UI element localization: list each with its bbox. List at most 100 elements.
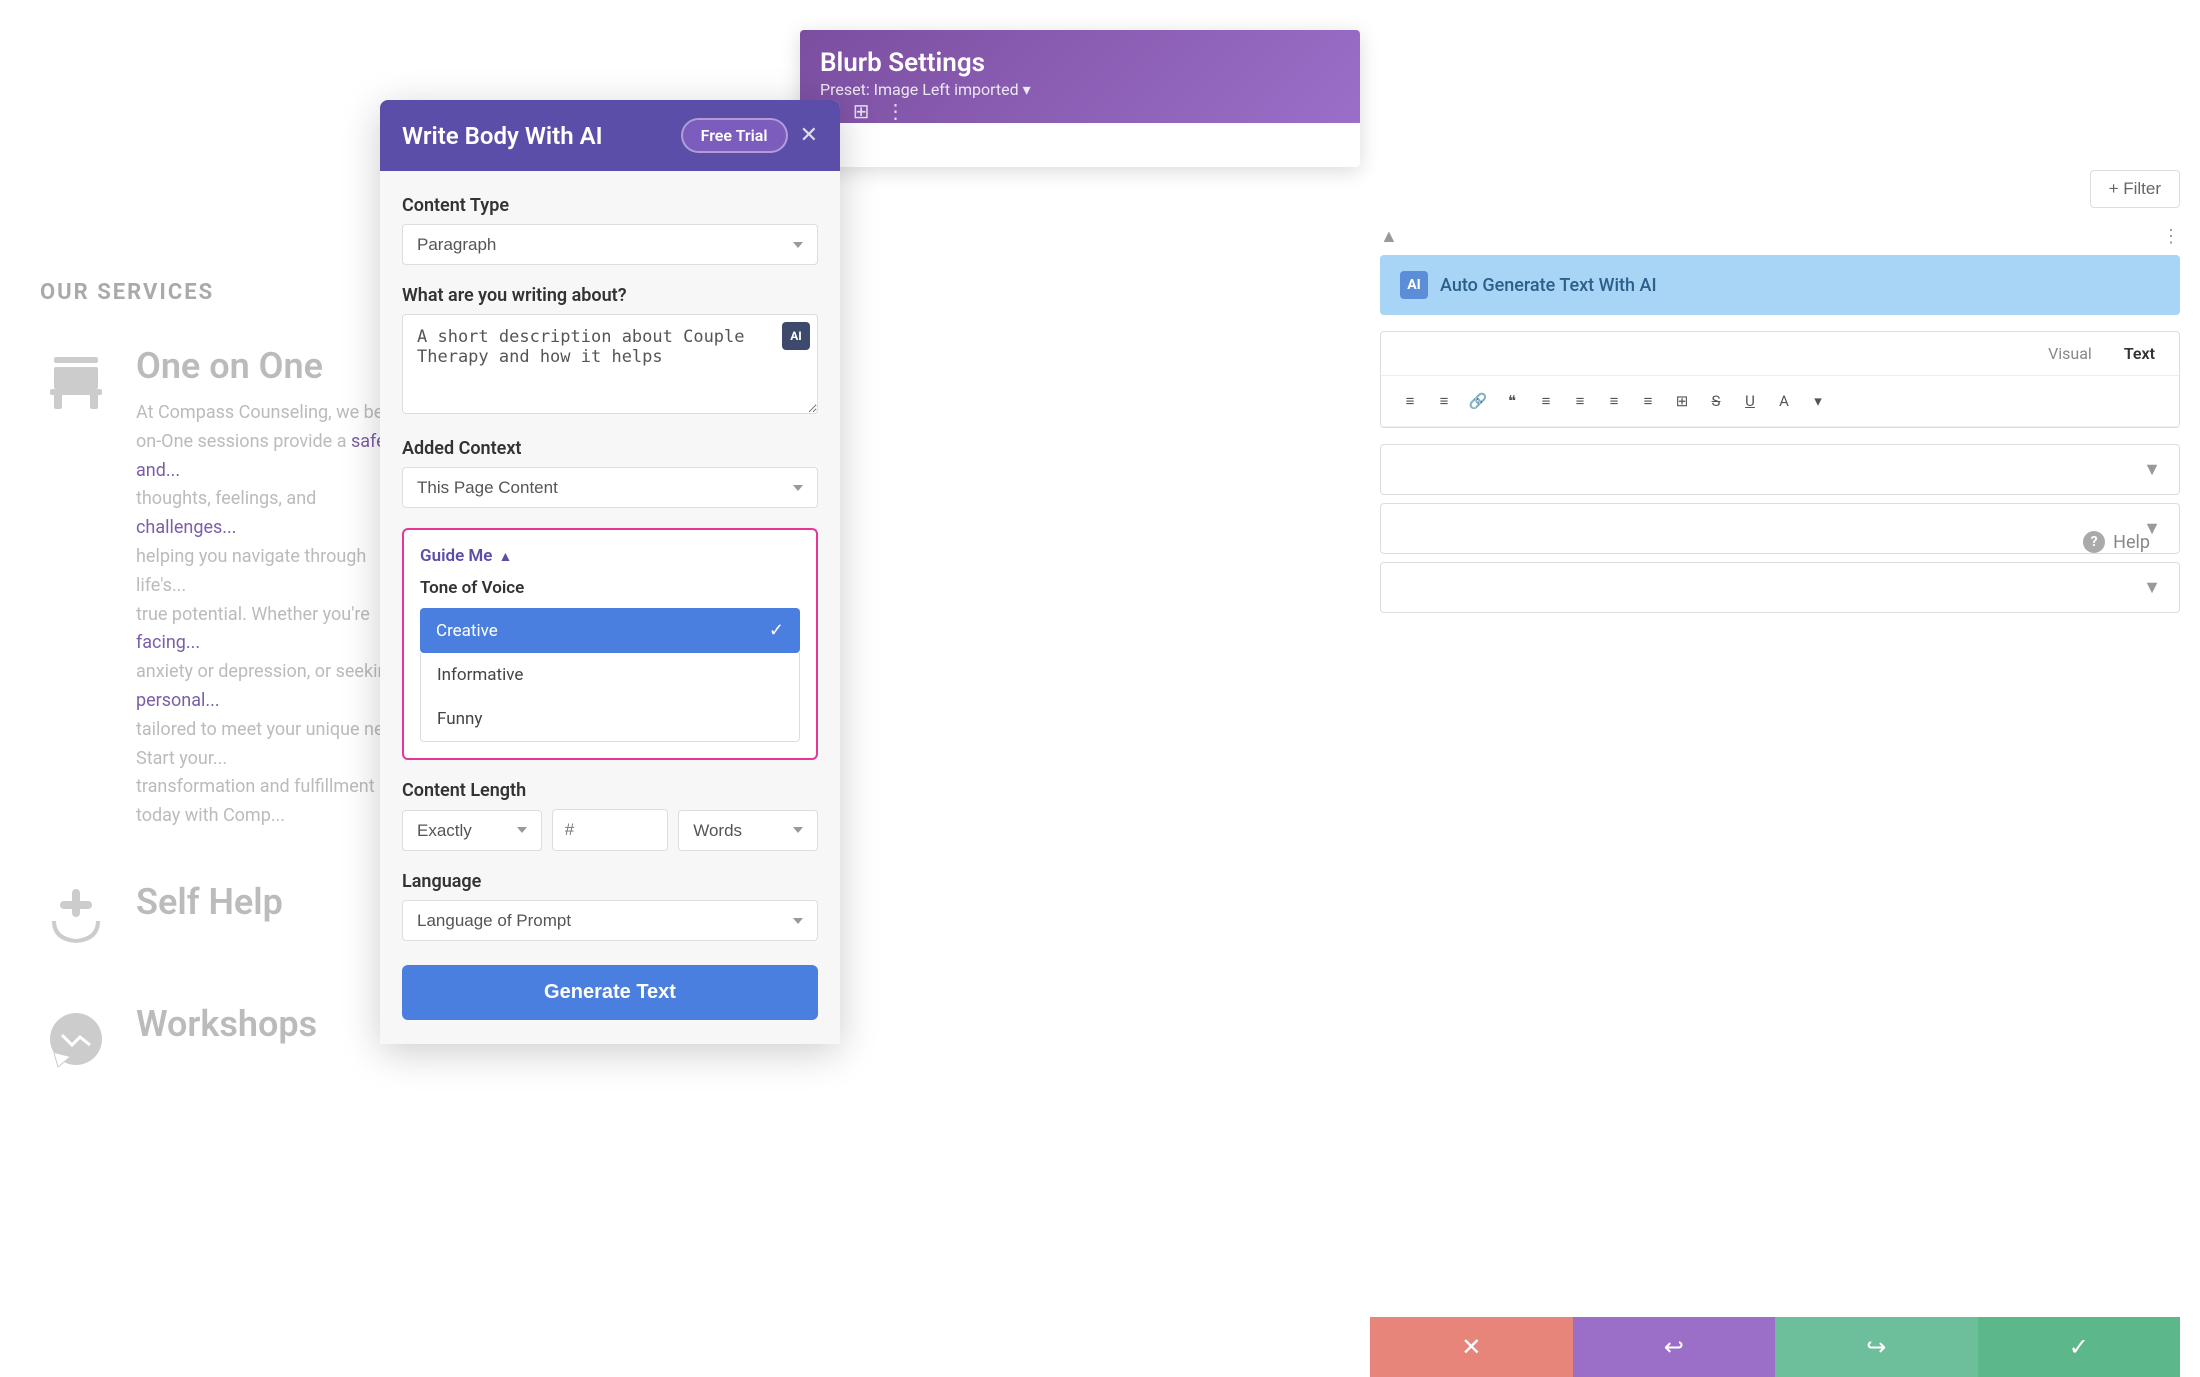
spacer: [1380, 428, 2180, 444]
tone-check-icon: ✓: [769, 620, 784, 641]
free-trial-badge[interactable]: Free Trial: [681, 118, 788, 153]
one-on-one-title: One on One: [136, 345, 420, 387]
toolbar-align-justify-btn[interactable]: ≡: [1633, 386, 1663, 416]
one-on-one-icon: [40, 345, 112, 417]
confirm-button[interactable]: ✓: [1978, 1317, 2181, 1377]
tone-selected-item[interactable]: Creative ✓: [420, 608, 800, 653]
length-type-select[interactable]: Exactly About At Least At Most: [402, 810, 542, 851]
workshops-content: Workshops: [136, 1003, 317, 1057]
tab-design[interactable]: Design: [907, 123, 1006, 167]
editor-toolbar: ≡ ≡ 🔗 ❝ ≡ ≡ ≡ ≡ ⊞ S U A ▾: [1381, 376, 2179, 427]
length-number-input[interactable]: [552, 809, 668, 851]
blurb-icon-more[interactable]: ⋮: [886, 99, 906, 123]
text-view-btn[interactable]: Text: [2116, 340, 2163, 367]
toolbar-align-right-btn[interactable]: ≡: [1599, 386, 1629, 416]
visual-view-btn[interactable]: Visual: [2040, 340, 2100, 367]
content-length-group: Content Length Exactly About At Least At…: [402, 780, 818, 851]
blurb-title: Blurb Settings: [820, 48, 1340, 78]
toolbar-table-btn[interactable]: ⊞: [1667, 386, 1697, 416]
blurb-preset[interactable]: Preset: Image Left imported ▾: [820, 80, 1340, 99]
added-context-select[interactable]: This Page Content None: [402, 467, 818, 508]
toolbar-link-btn[interactable]: 🔗: [1463, 386, 1493, 416]
collapse-icon[interactable]: ▲: [1380, 226, 1398, 247]
help-button[interactable]: ? Help: [2083, 531, 2150, 553]
modal-header-right: Free Trial ✕: [681, 118, 818, 153]
redo-icon: ↪: [1866, 1333, 1886, 1361]
redo-button[interactable]: ↪: [1775, 1317, 1978, 1377]
tone-selected-label: Creative: [436, 621, 498, 641]
blurb-icon-grid[interactable]: ⊞: [853, 99, 870, 123]
toolbar-strike-btn[interactable]: S: [1701, 386, 1731, 416]
accordion-1-header[interactable]: ▼: [1381, 445, 2179, 494]
cancel-button[interactable]: ✕: [1370, 1317, 1573, 1377]
writing-about-group: What are you writing about? AI: [402, 285, 818, 418]
chair-icon: [44, 349, 108, 413]
blurb-settings-panel: Blurb Settings Preset: Image Left import…: [800, 30, 1360, 167]
length-unit-select[interactable]: Words Sentences Paragraphs: [678, 810, 818, 851]
accordion-2: ▼: [1380, 503, 2180, 554]
blurb-tabs: Content Design Advanced: [800, 123, 1360, 167]
modal-header: Write Body With AI Free Trial ✕: [380, 100, 840, 171]
ai-corner-badge: AI: [782, 322, 810, 350]
content-type-group: Content Type Paragraph List Heading: [402, 195, 818, 265]
writing-about-textarea[interactable]: [402, 314, 818, 414]
modal-title: Write Body With AI: [402, 122, 603, 150]
tone-option-informative[interactable]: Informative: [421, 653, 799, 697]
services-heading: OUR SERVICES: [40, 280, 420, 305]
content-type-select[interactable]: Paragraph List Heading: [402, 224, 818, 265]
one-on-one-content: One on One At Compass Counseling, we bel…: [136, 345, 420, 831]
workshops-title: Workshops: [136, 1003, 317, 1045]
content-type-label: Content Type: [402, 195, 818, 216]
service-item-one-on-one: One on One At Compass Counseling, we bel…: [40, 345, 420, 831]
tone-of-voice-label: Tone of Voice: [420, 578, 800, 598]
auto-generate-label: Auto Generate Text With AI: [1440, 275, 1657, 296]
accordion-2-header[interactable]: ▼: [1381, 504, 2179, 553]
content-length-row: Exactly About At Least At Most Words Sen…: [402, 809, 818, 851]
tone-dropdown: Creative ✓ Informative Funny: [420, 608, 800, 742]
toolbar-list2-btn[interactable]: ≡: [1429, 386, 1459, 416]
help-label: Help: [2113, 532, 2150, 553]
toolbar-align-left-btn[interactable]: ≡: [1531, 386, 1561, 416]
self-help-content: Self Help: [136, 881, 283, 935]
tone-options-list: Informative Funny: [420, 653, 800, 742]
self-help-title: Self Help: [136, 881, 283, 923]
auto-generate-bar[interactable]: AI Auto Generate Text With AI: [1380, 255, 2180, 315]
language-label: Language: [402, 871, 818, 892]
ai-icon: AI: [1400, 271, 1428, 299]
accordion-3: ▼: [1380, 562, 2180, 613]
modal-close-button[interactable]: ✕: [800, 125, 818, 147]
undo-button[interactable]: ↩: [1573, 1317, 1776, 1377]
toolbar-quote-btn[interactable]: ❝: [1497, 386, 1527, 416]
tab-advanced[interactable]: Advanced: [1006, 123, 1129, 167]
generate-text-button[interactable]: Generate Text: [402, 965, 818, 1020]
filter-button[interactable]: + Filter: [2090, 170, 2180, 208]
toolbar-color-btn[interactable]: A: [1769, 386, 1799, 416]
language-select[interactable]: Language of Prompt English Spanish Frenc…: [402, 900, 818, 941]
modal-body: Content Type Paragraph List Heading What…: [380, 171, 840, 1044]
messenger-icon: [44, 1007, 108, 1071]
accordion-3-header[interactable]: ▼: [1381, 563, 2179, 612]
length-unit-wrap: Words Sentences Paragraphs: [678, 810, 818, 851]
undo-icon: ↩: [1664, 1333, 1684, 1361]
content-length-label: Content Length: [402, 780, 818, 801]
bottom-action-bar: ✕ ↩ ↪ ✓: [1370, 1317, 2180, 1377]
accordion-1: ▼: [1380, 444, 2180, 495]
guide-me-label[interactable]: Guide Me: [420, 546, 492, 566]
blurb-header-left: Blurb Settings Preset: Image Left import…: [820, 48, 1340, 99]
self-help-icon: [40, 881, 112, 953]
toolbar-underline-btn[interactable]: U: [1735, 386, 1765, 416]
added-context-group: Added Context This Page Content None: [402, 438, 818, 508]
tone-option-funny[interactable]: Funny: [421, 697, 799, 741]
blurb-header: Blurb Settings Preset: Image Left import…: [800, 30, 1360, 123]
panel-top-row: ▲ ⋮: [1380, 226, 2180, 247]
writing-about-label: What are you writing about?: [402, 285, 818, 306]
toolbar-list-btn[interactable]: ≡: [1395, 386, 1425, 416]
write-body-modal: Write Body With AI Free Trial ✕ Content …: [380, 100, 840, 1044]
more-options-icon[interactable]: ⋮: [2162, 226, 2180, 247]
guide-me-section: Guide Me ▲ Tone of Voice Creative ✓ Info…: [402, 528, 818, 760]
guide-me-arrow-icon[interactable]: ▲: [498, 548, 512, 565]
editor-toolbar-wrap: Visual Text ≡ ≡ 🔗 ❝ ≡ ≡ ≡ ≡ ⊞ S U A ▾: [1380, 331, 2180, 428]
toolbar-more-btn[interactable]: ▾: [1803, 386, 1833, 416]
toolbar-align-center-btn[interactable]: ≡: [1565, 386, 1595, 416]
length-number-wrap: [552, 809, 668, 851]
